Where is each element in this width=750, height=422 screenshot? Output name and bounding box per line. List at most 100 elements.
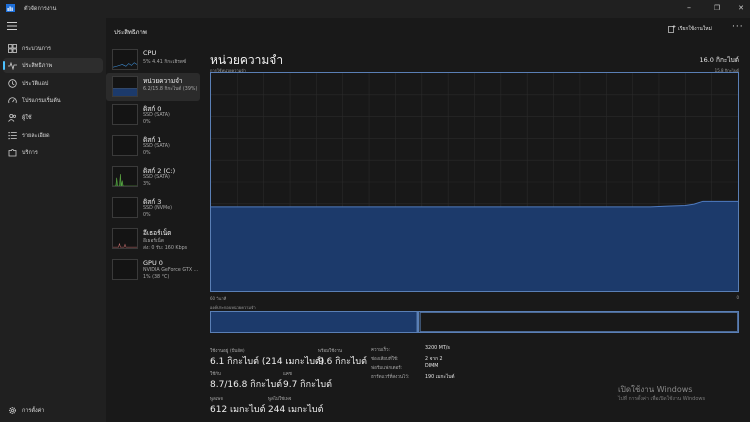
perf-item-usage: ส่ง: 0 รับ: 160 Kbps	[143, 246, 188, 251]
perf-item-detail: 6.2/15.8 กิกะไบต์ (39%)	[143, 87, 198, 92]
available-value: 9.6 กิกะไบต์	[318, 357, 367, 367]
paged-pool-label: พูลเพจ	[210, 397, 223, 402]
perf-item-usage: 0%	[143, 120, 151, 125]
gear-icon	[9, 407, 16, 414]
list-icon	[8, 132, 17, 140]
nav-item-details[interactable]: รายละเอียด	[3, 128, 103, 143]
paged-pool-value: 612 เมกะไบต์	[210, 405, 266, 415]
minimize-button[interactable]: –	[680, 2, 698, 14]
nav-item-label: รายละเอียด	[22, 133, 50, 139]
perf-item-usage: 0%	[143, 151, 151, 156]
memory-usage-chart	[210, 72, 739, 292]
nav-item-app-history[interactable]: ประวัติแอป	[3, 76, 103, 91]
disk-2-thumbnail	[112, 166, 138, 187]
speed-value: 3200 MT/s	[425, 346, 450, 351]
nav-item-settings[interactable]: การตั้งค่า	[3, 403, 103, 418]
task-manager-icon	[6, 4, 15, 12]
memory-composition-plot	[211, 312, 738, 332]
composition-standby	[419, 312, 738, 332]
cached-label: แคช	[283, 372, 292, 377]
pulse-icon	[8, 61, 17, 70]
perf-item-name: GPU 0	[143, 259, 163, 267]
perf-item-disk-0[interactable]: ดิสก์ 0 SSD (SATA) 0%	[112, 101, 200, 129]
perf-item-name: CPU	[143, 49, 157, 57]
perf-item-detail: SSD (SATA)	[143, 175, 170, 180]
run-new-task-button[interactable]: เรียกใช้งานใหม่	[678, 25, 712, 33]
disk-0-thumbnail	[112, 104, 138, 125]
nav-item-services[interactable]: บริการ	[3, 145, 103, 160]
disk-1-thumbnail	[112, 135, 138, 156]
nav-item-processes[interactable]: กระบวนการ	[3, 41, 103, 56]
time-axis-left: 60 วินาที	[210, 296, 227, 301]
perf-item-gpu-0[interactable]: GPU 0 NVIDIA GeForce GTX ... 1% (38 °C)	[112, 256, 200, 284]
perf-item-usage: 0%	[143, 213, 151, 218]
nonpaged-pool-value: 244 เมกะไบต์	[268, 405, 324, 415]
slots-value: 2 จาก 2	[425, 357, 443, 362]
cached-value: 9.7 กิกะไบต์	[283, 380, 332, 390]
ethernet-thumbnail	[112, 228, 138, 249]
gpu-0-thumbnail	[112, 259, 138, 280]
committed-label: ใช้กับ	[210, 372, 221, 377]
perf-item-detail: SSD (SATA)	[143, 113, 170, 118]
disk-3-thumbnail	[112, 197, 138, 218]
perf-item-disk-3[interactable]: ดิสก์ 3 SSD (NVMe) 0%	[112, 194, 200, 222]
perf-item-cpu[interactable]: CPU 5% 4.41 กิกะเฮิรตซ์	[112, 46, 200, 74]
nav-pane: กระบวนการ ประสิทธิภาพ ประวัติแอป โปรแกรม…	[0, 18, 106, 422]
settings-label: การตั้งค่า	[22, 408, 45, 414]
speed-label: ความเร็ว:	[371, 348, 391, 353]
composition-in-use	[211, 312, 417, 332]
nav-item-label: โปรแกรมเริ่มต้น	[22, 98, 61, 104]
composition-label: องค์ประกอบหน่วยความจำ	[210, 305, 256, 310]
puzzle-icon	[8, 149, 17, 157]
nav-item-label: บริการ	[22, 150, 38, 156]
in-use-value: 6.1 กิกะไบต์ (214 เมกะไบต์)	[210, 357, 325, 367]
form-factor-value: DIMM	[425, 364, 439, 369]
cpu-thumbnail	[112, 49, 138, 70]
perf-item-usage: 3%	[143, 182, 151, 187]
nav-item-startup[interactable]: โปรแกรมเริ่มต้น	[3, 93, 103, 108]
hamburger-icon[interactable]	[7, 22, 17, 30]
time-axis-right: 0	[736, 295, 739, 300]
perf-item-memory[interactable]: หน่วยความจำ 6.2/15.8 กิกะไบต์ (39%)	[106, 73, 200, 101]
page-title: ประสิทธิภาพ	[114, 29, 147, 36]
memory-thumbnail	[112, 76, 138, 97]
memory-total: 16.0 กิกะไบต์	[699, 56, 739, 64]
speedometer-icon	[8, 97, 17, 104]
perf-item-detail: 5% 4.41 กิกะเฮิรตซ์	[143, 60, 187, 65]
run-task-icon[interactable]	[668, 25, 676, 33]
perf-item-usage: 1% (38 °C)	[143, 275, 170, 280]
form-factor-label: ฟอร์มแฟกเตอร์:	[371, 366, 403, 371]
title-bar: ตัวจัดการงาน – ❐ ✕	[0, 0, 750, 18]
perf-item-detail: SSD (SATA)	[143, 144, 170, 149]
available-label: พร้อมใช้งาน	[318, 349, 343, 354]
active-indicator	[3, 61, 5, 70]
slots-label: ช่องเสียบที่ใช้:	[371, 357, 399, 362]
committed-value: 8.7/16.8 กิกะไบต์	[210, 380, 283, 390]
perf-item-disk-1[interactable]: ดิสก์ 1 SSD (SATA) 0%	[112, 132, 200, 160]
perf-item-detail: SSD (NVMe)	[143, 206, 173, 211]
activation-watermark-text: ไปที่ การตั้งค่า เพื่อเปิดใช้งาน Windows	[618, 396, 706, 402]
users-icon	[8, 113, 17, 122]
grid-icon	[8, 44, 17, 53]
window-title: ตัวจัดการงาน	[24, 6, 57, 12]
history-icon	[8, 79, 17, 88]
nav-item-label: ผู้ใช้	[22, 115, 32, 121]
memory-usage-area	[211, 201, 738, 291]
memory-composition-bar	[210, 311, 739, 333]
nonpaged-pool-label: พูลไม่ใช่เพจ	[268, 397, 292, 402]
in-use-label: ใช้งานอยู่ (บีบอัด)	[210, 349, 245, 354]
nav-item-performance[interactable]: ประสิทธิภาพ	[3, 58, 103, 73]
nav-item-label: กระบวนการ	[22, 46, 51, 52]
composition-modified	[416, 312, 420, 332]
more-options-button[interactable]: ···	[732, 22, 744, 32]
nav-item-users[interactable]: ผู้ใช้	[3, 110, 103, 125]
nav-item-label: ประวัติแอป	[22, 81, 49, 87]
maximize-button[interactable]: ❐	[708, 2, 726, 14]
hardware-reserved-value: 190 เมกะไบต์	[425, 375, 455, 380]
perf-item-ethernet[interactable]: อีเธอร์เน็ต อีเธอร์เน็ต ส่ง: 0 รับ: 160 …	[112, 225, 200, 253]
perf-item-detail: NVIDIA GeForce GTX ...	[143, 268, 199, 273]
close-button[interactable]: ✕	[732, 2, 750, 14]
perf-item-disk-2[interactable]: ดิสก์ 2 (C:) SSD (SATA) 3%	[112, 163, 200, 191]
hardware-reserved-label: ฮาร์ดแวร์ที่สงวนไว้:	[371, 375, 410, 380]
nav-item-label: ประสิทธิภาพ	[22, 63, 53, 69]
